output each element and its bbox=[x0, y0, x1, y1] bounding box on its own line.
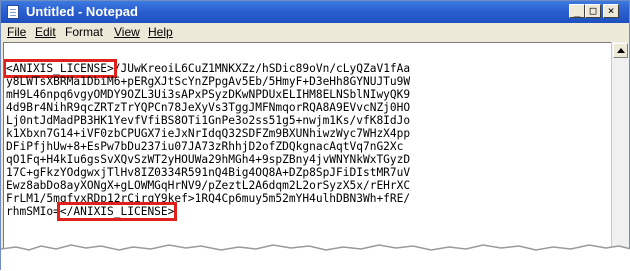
editor-line: k1Xbxn7G14+iVF0zbCPUGX7ieJxNrIdqQ32SDFZm… bbox=[6, 127, 411, 140]
editor-line-last: rhmSMIo=</ANIXIS_LICENSE> bbox=[6, 202, 178, 221]
editor-line: FrLM1/5mqfyxRDp12rCirqY9kef>1RQ4Cp6muy5m… bbox=[6, 192, 411, 205]
editor-line: Ewz8abDo8ayXONgX+gLOWMGqHrNV9/pZeztL2A6d… bbox=[6, 179, 411, 192]
editor-line-1: <ANIXIS_LICENSE>/JUwKreoiL6CuZ1MNKXZz/hS… bbox=[4, 59, 411, 78]
editor-line: qO1Fq+H4kIu6gsSvXQvSzWT2yHOUWa29hMGh4+9s… bbox=[6, 153, 411, 166]
editor-line: mH9L46npq6vgyOMDY9OZL3Ui3sAPxPSyzDKwNPDU… bbox=[6, 88, 411, 101]
menu-help[interactable]: Help bbox=[148, 25, 173, 39]
scroll-up-arrow-icon[interactable] bbox=[613, 43, 628, 58]
license-close-tag: </ANIXIS_LICENSE> bbox=[56, 202, 178, 221]
minimize-button[interactable]: _ bbox=[569, 4, 585, 18]
window-title: Untitled - Notepad bbox=[26, 4, 138, 19]
license-open-tag: <ANIXIS_LICENSE> bbox=[4, 59, 117, 78]
maximize-button[interactable]: □ bbox=[585, 4, 601, 18]
editor-line: y8LWTsXBRMa1DbiM6+pERgXJtScYnZPpgAv5Eb/5… bbox=[6, 75, 411, 88]
license-text-segment: /JUwKreoiL6CuZ1MNKXZz/hSDic89oVn/cLyQZaV… bbox=[113, 62, 411, 75]
notepad-app-icon[interactable] bbox=[7, 5, 19, 19]
license-text-segment: rhmSMIo= bbox=[6, 205, 60, 218]
menu-view[interactable]: View bbox=[114, 25, 140, 39]
menu-file[interactable]: File bbox=[7, 25, 26, 39]
close-button[interactable]: × bbox=[603, 4, 619, 18]
editor-line: DFiPfjhUw+8+EsPw7bDu237iu07JA73zRhhjD2of… bbox=[6, 140, 404, 153]
menu-edit[interactable]: Edit bbox=[35, 25, 56, 39]
menu-format[interactable]: Format bbox=[65, 25, 103, 39]
editor-line: Lj0ntJdMadPB3HK1YevfVfiBS8OTi1GnPe3o2ss5… bbox=[6, 114, 411, 127]
notepad-window: Untitled - Notepad _ □ × File Edit Forma… bbox=[0, 0, 630, 271]
editor-line: 17C+gFkzYOdgwxjTlHv8IZ0334R591nQ4Big4OQ8… bbox=[6, 166, 411, 179]
menu-bar: File Edit Format View Help bbox=[1, 23, 629, 41]
editor-line: 4d9Br4NihR9qcZRTzTrYQPCn78JeXyVs3TggJMFN… bbox=[6, 101, 411, 114]
title-bar[interactable]: Untitled - Notepad _ □ × bbox=[1, 1, 629, 23]
vertical-scrollbar[interactable] bbox=[611, 42, 629, 271]
text-editor-area[interactable]: <ANIXIS_LICENSE>/JUwKreoiL6CuZ1MNKXZz/hS… bbox=[3, 42, 611, 271]
torn-edge-decoration bbox=[1, 244, 630, 271]
